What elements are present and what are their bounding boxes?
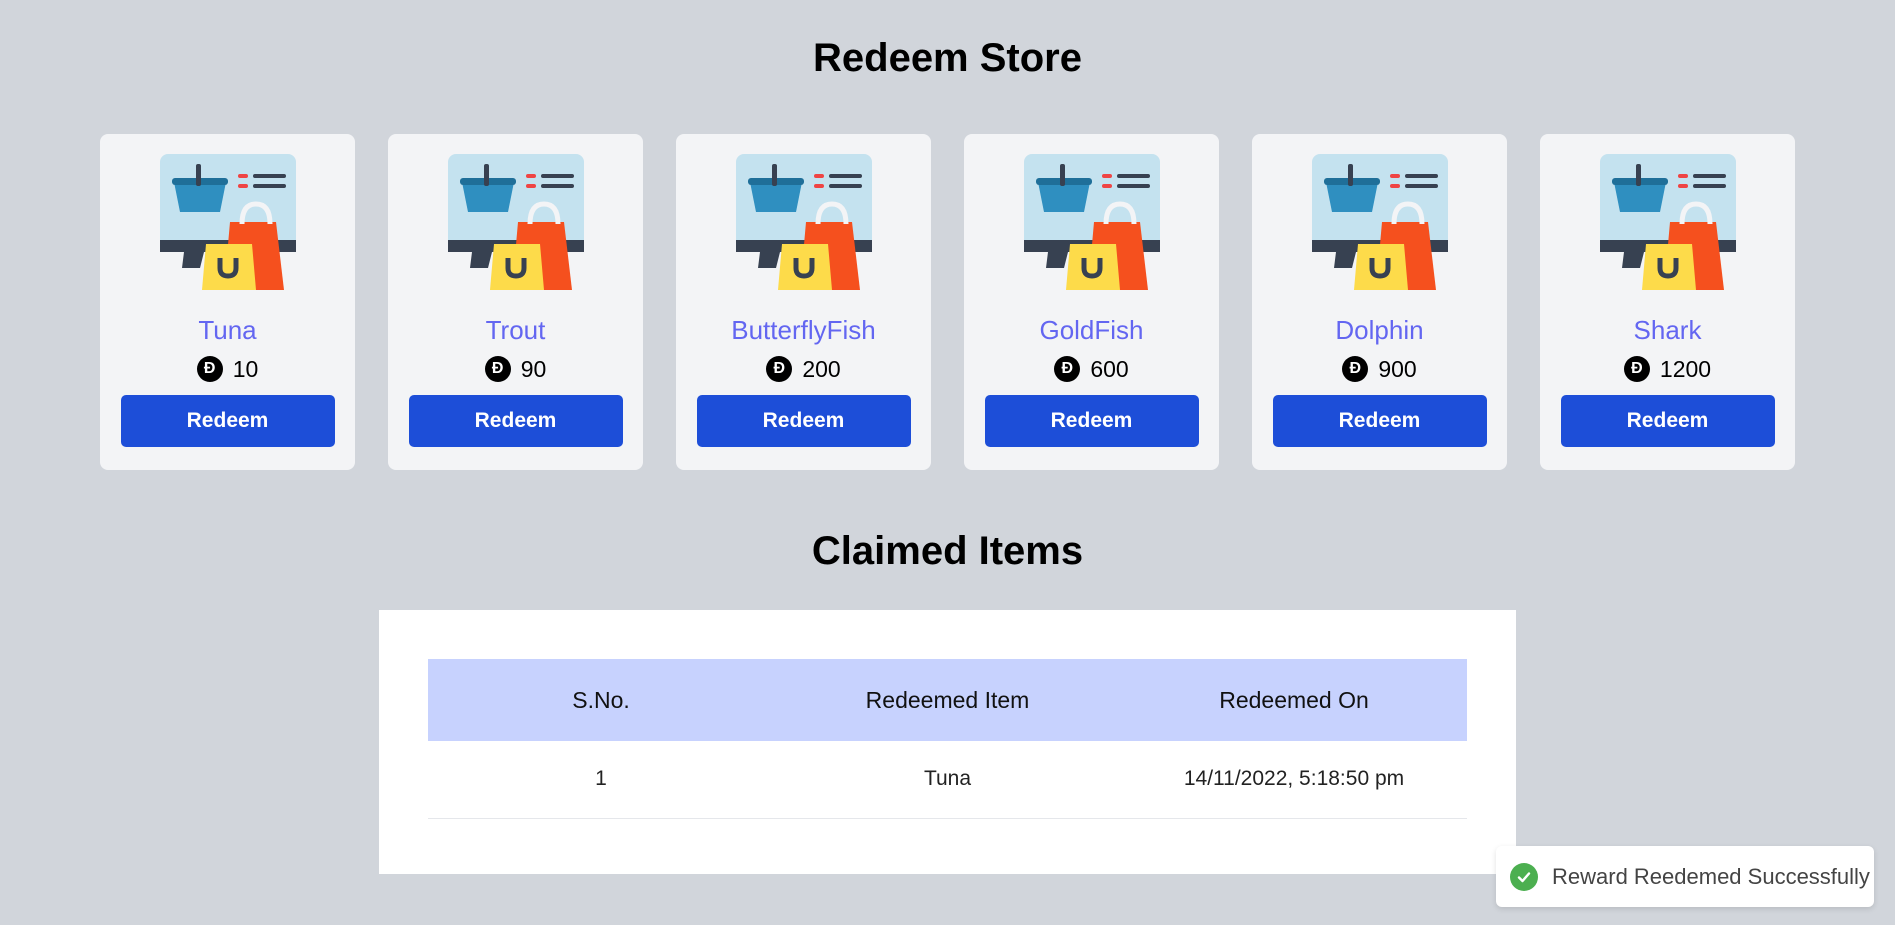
item-price: Đ 200 [766, 355, 841, 383]
shopping-store-icon [1311, 154, 1448, 290]
check-circle-icon [1510, 862, 1538, 891]
redeem-button[interactable]: Redeem [1272, 395, 1487, 447]
item-name: Tuna [198, 315, 257, 345]
item-name: GoldFish [1039, 315, 1144, 345]
cell-date: 14/11/2022, 5:18:50 pm [1121, 741, 1467, 819]
store-item-list: Tuna Đ 10 Redeem Trout Đ 90 Redeem Butte… [100, 134, 1795, 470]
store-item-card: ButterflyFish Đ 200 Redeem [676, 134, 931, 470]
claimed-items-title: Claimed Items [811, 529, 1084, 573]
price-value: 200 [802, 356, 841, 382]
claimed-items-panel: S.No. Redeemed Item Redeemed On 1 Tuna 1… [379, 610, 1516, 874]
redeem-button[interactable]: Redeem [120, 395, 335, 447]
column-header-item: Redeemed Item [865, 686, 1030, 713]
price-value: 10 [232, 356, 259, 382]
redeem-button[interactable]: Redeem [1560, 395, 1775, 447]
store-item-card: Trout Đ 90 Redeem [388, 134, 643, 470]
shopping-store-icon [1599, 154, 1736, 290]
coin-icon: Đ [196, 356, 223, 382]
redeem-button[interactable]: Redeem [984, 395, 1199, 447]
table-header-row: S.No. Redeemed Item Redeemed On [428, 659, 1467, 741]
item-price: Đ 10 [196, 355, 259, 383]
redeem-button[interactable]: Redeem [408, 395, 623, 447]
column-header-date: Redeemed On [1219, 686, 1369, 713]
shopping-store-icon [447, 154, 584, 290]
item-price: Đ 1200 [1623, 355, 1712, 383]
store-item-card: Shark Đ 1200 Redeem [1540, 134, 1795, 470]
cell-sno: 1 [428, 741, 774, 819]
item-name: Trout [485, 315, 546, 345]
item-price: Đ 900 [1342, 355, 1417, 383]
item-price: Đ 600 [1054, 355, 1129, 383]
price-value: 600 [1090, 356, 1129, 382]
coin-icon: Đ [1623, 356, 1650, 382]
page-title: Redeem Store [813, 36, 1082, 80]
coin-icon: Đ [766, 356, 793, 382]
coin-icon: Đ [484, 356, 511, 382]
coin-icon: Đ [1342, 356, 1369, 382]
item-name: Dolphin [1335, 315, 1424, 345]
column-header-sno: S.No. [572, 686, 630, 713]
item-name: Shark [1633, 315, 1702, 345]
redeem-button[interactable]: Redeem [696, 395, 911, 447]
table-row: 1 Tuna 14/11/2022, 5:18:50 pm [428, 741, 1467, 819]
claimed-items-table: S.No. Redeemed Item Redeemed On 1 Tuna 1… [428, 659, 1467, 819]
price-value: 900 [1378, 356, 1417, 382]
shopping-store-icon [1023, 154, 1160, 290]
coin-icon: Đ [1054, 356, 1081, 382]
shopping-store-icon [159, 154, 296, 290]
price-value: 1200 [1659, 356, 1712, 382]
store-item-card: GoldFish Đ 600 Redeem [964, 134, 1219, 470]
store-item-card: Dolphin Đ 900 Redeem [1252, 134, 1507, 470]
price-value: 90 [520, 356, 547, 382]
success-toast[interactable]: Reward Reedemed Successfully [1496, 846, 1874, 907]
item-name: ButterflyFish [731, 315, 876, 345]
shopping-store-icon [735, 154, 872, 290]
store-item-card: Tuna Đ 10 Redeem [100, 134, 355, 470]
item-price: Đ 90 [484, 355, 547, 383]
cell-item: Tuna [774, 741, 1121, 819]
toast-message: Reward Reedemed Successfully [1552, 863, 1870, 889]
